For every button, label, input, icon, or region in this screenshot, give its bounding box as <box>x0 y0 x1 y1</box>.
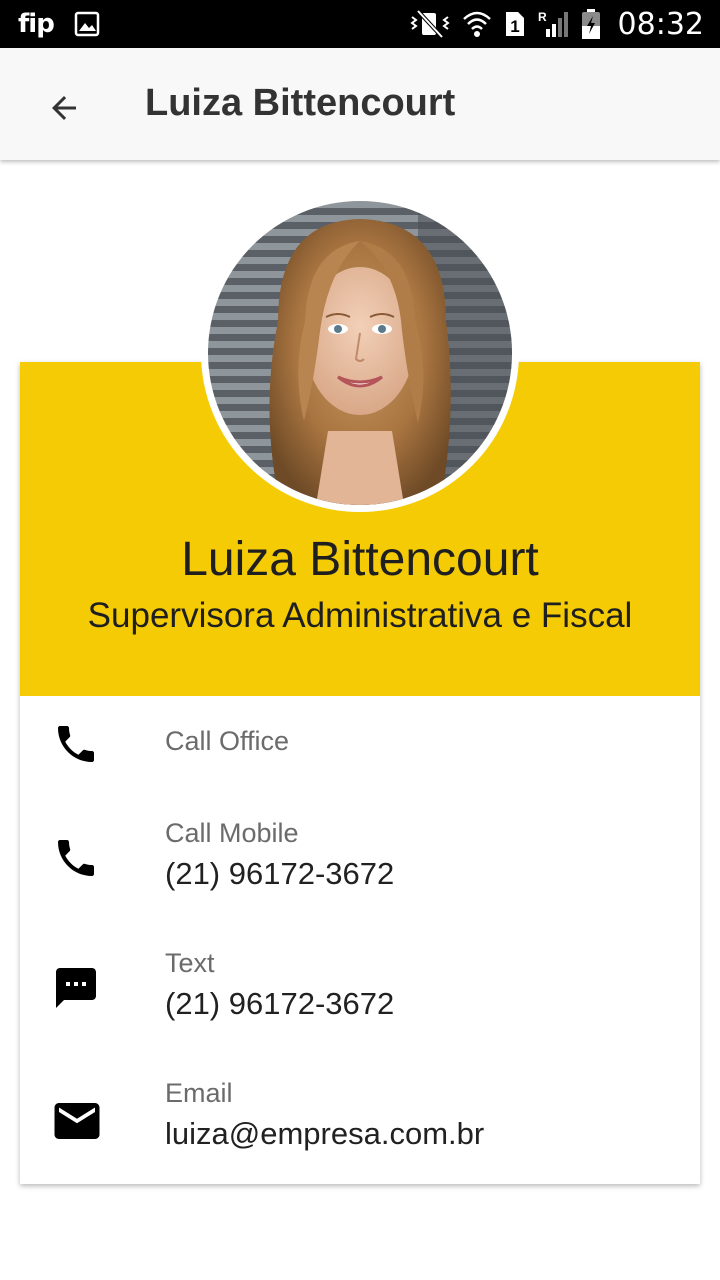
message-icon <box>56 968 96 1008</box>
clock: 08:32 <box>617 6 704 42</box>
sim-slot-number: 1 <box>510 17 519 36</box>
signal-icon: R <box>538 10 568 37</box>
status-left: fip <box>18 8 100 40</box>
sim-slot-icon: 1 <box>505 12 524 36</box>
wifi-icon <box>462 11 491 37</box>
email-icon <box>54 1103 100 1139</box>
app-bar: Luiza Bittencourt <box>0 48 720 160</box>
battery-charging-icon <box>581 9 600 39</box>
text-message-row[interactable]: Text (21) 96172-3672 <box>20 936 700 1066</box>
contact-label: Text <box>165 948 215 978</box>
avatar-frame <box>201 194 519 512</box>
page-title: Luiza Bittencourt <box>145 82 456 124</box>
call-office-row[interactable]: Call Office <box>20 696 700 806</box>
gallery-notification-icon <box>74 11 100 37</box>
avatar-photo <box>208 201 512 505</box>
avatar <box>208 201 512 505</box>
profile-name: Luiza Bittencourt <box>181 533 539 586</box>
email-row[interactable]: Email luiza@empresa.com.br <box>20 1066 700 1184</box>
profile-role: Supervisora Administrativa e Fiscal <box>87 596 633 635</box>
arrow-back-icon <box>52 96 76 120</box>
phone-icon <box>58 726 94 762</box>
contact-value: luiza@empresa.com.br <box>165 1116 485 1151</box>
call-mobile-row[interactable]: Call Mobile (21) 96172-3672 <box>20 806 700 936</box>
contact-label: Call Mobile <box>165 818 299 848</box>
status-right: 1 R 08:32 <box>409 6 704 42</box>
contact-value: (21) 96172-3672 <box>165 986 395 1021</box>
phone-icon <box>58 840 94 876</box>
contact-label: Email <box>165 1078 233 1108</box>
status-bar: fip 1 R 08:32 <box>0 0 720 48</box>
roaming-indicator: R <box>538 10 547 24</box>
back-button[interactable] <box>36 80 92 136</box>
contact-value: (21) 96172-3672 <box>165 856 395 891</box>
contact-label: Call Office <box>165 726 290 756</box>
vibrate-mute-icon <box>409 9 450 39</box>
carrier-label: fip <box>18 9 55 39</box>
